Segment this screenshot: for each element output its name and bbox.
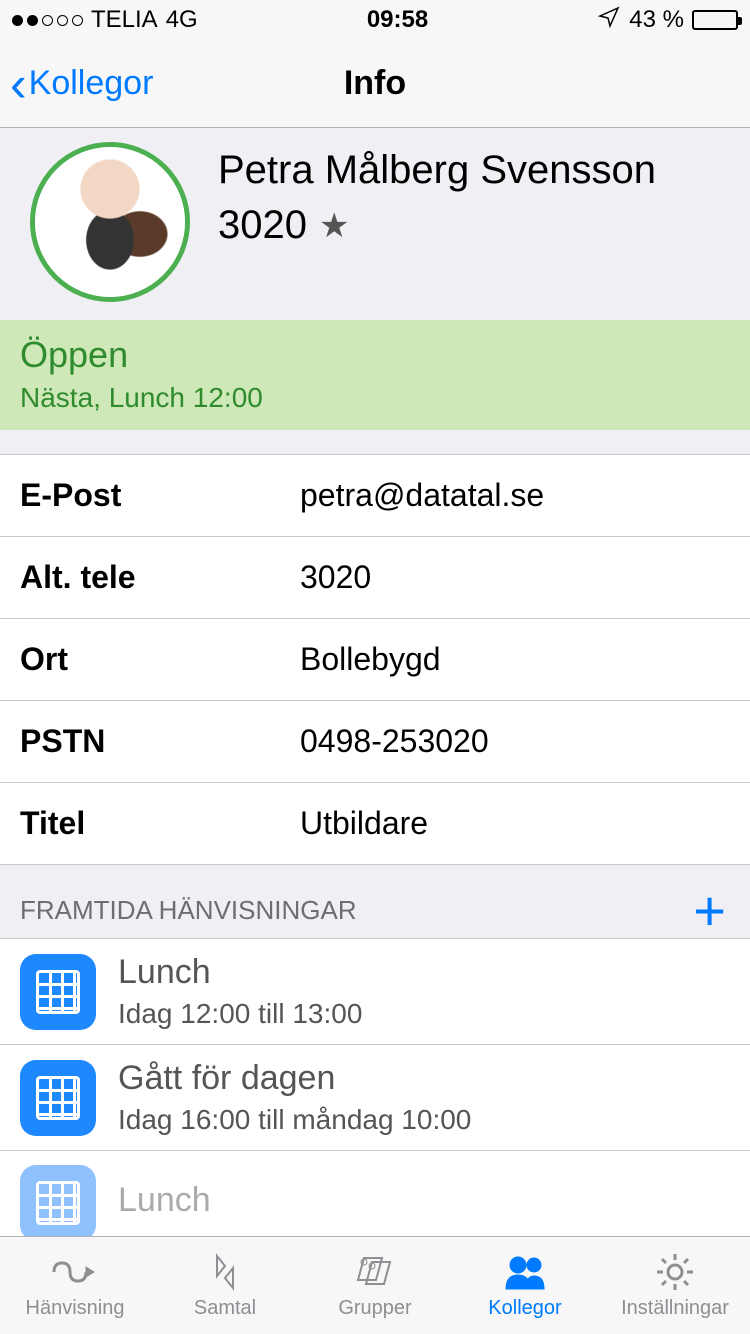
tab-installningar[interactable]: Inställningar [600, 1237, 750, 1334]
info-value: Bollebygd [300, 641, 441, 678]
star-icon[interactable]: ★ [319, 206, 349, 246]
battery-icon [692, 10, 738, 30]
avatar[interactable] [30, 142, 190, 302]
info-row-email[interactable]: E-Post petra@datatal.se [0, 455, 750, 537]
event-subtitle: Idag 16:00 till måndag 10:00 [118, 1104, 471, 1136]
tab-label: Kollegor [488, 1297, 561, 1320]
calendar-icon [20, 954, 96, 1030]
info-value: 0498-253020 [300, 723, 489, 760]
info-list: E-Post petra@datatal.se Alt. tele 3020 O… [0, 454, 750, 865]
info-row-pstn[interactable]: PSTN 0498-253020 [0, 701, 750, 783]
chevron-left-icon: ‹ [10, 59, 27, 109]
info-label: Ort [20, 641, 300, 678]
content-scroll[interactable]: Petra Målberg Svensson 3020 ★ Öppen Näst… [0, 128, 750, 1236]
event-list: Lunch Idag 12:00 till 13:00 Gått för dag… [0, 938, 750, 1236]
info-label: Alt. tele [20, 559, 300, 596]
avatar-image [35, 147, 185, 297]
calendar-icon [20, 1165, 96, 1236]
tab-label: Inställningar [621, 1297, 729, 1320]
presence-status: Öppen [20, 334, 730, 376]
future-referrals-header: FRAMTIDA HÄNVISNINGAR + [0, 865, 750, 938]
tab-label: Samtal [194, 1297, 256, 1320]
presence-next: Nästa, Lunch 12:00 [20, 382, 730, 414]
calendar-icon [20, 1060, 96, 1136]
tab-grupper[interactable]: Grupper [300, 1237, 450, 1334]
section-title: FRAMTIDA HÄNVISNINGAR [20, 895, 357, 926]
event-row[interactable]: Gått för dagen Idag 16:00 till måndag 10… [0, 1045, 750, 1151]
contact-name: Petra Målberg Svensson [218, 148, 656, 193]
back-button[interactable]: ‹ Kollegor [10, 59, 153, 109]
status-left: TELIA 4G [12, 6, 198, 34]
info-row-titel[interactable]: Titel Utbildare [0, 783, 750, 865]
back-label: Kollegor [29, 64, 154, 103]
carrier-label: TELIA [91, 6, 158, 34]
add-referral-button[interactable]: + [693, 897, 726, 925]
network-label: 4G [166, 6, 198, 34]
tab-hanvisning[interactable]: Hänvisning [0, 1237, 150, 1334]
info-value: Utbildare [300, 805, 428, 842]
tab-bar: Hänvisning Samtal Grupper Kollegor Instä… [0, 1236, 750, 1334]
status-bar: TELIA 4G 09:58 43 % [0, 0, 750, 40]
contact-extension: 3020 [218, 203, 307, 248]
calls-icon [200, 1251, 250, 1293]
info-label: E-Post [20, 477, 300, 514]
signal-strength-icon [12, 15, 83, 26]
event-title: Lunch [118, 1181, 211, 1220]
info-row-alt-tele[interactable]: Alt. tele 3020 [0, 537, 750, 619]
gear-icon [650, 1251, 700, 1293]
info-value: petra@datatal.se [300, 477, 544, 514]
event-subtitle: Idag 12:00 till 13:00 [118, 998, 362, 1030]
info-row-ort[interactable]: Ort Bollebygd [0, 619, 750, 701]
profile-header: Petra Målberg Svensson 3020 ★ [0, 128, 750, 320]
tab-label: Hänvisning [26, 1297, 125, 1320]
event-title: Gått för dagen [118, 1059, 471, 1098]
info-label: Titel [20, 805, 300, 842]
event-row[interactable]: Lunch [0, 1151, 750, 1236]
battery-pct-label: 43 % [629, 6, 684, 34]
info-value: 3020 [300, 559, 371, 596]
presence-banner: Öppen Nästa, Lunch 12:00 [0, 320, 750, 430]
location-icon [597, 5, 621, 36]
people-icon [500, 1251, 550, 1293]
tab-samtal[interactable]: Samtal [150, 1237, 300, 1334]
tab-label: Grupper [338, 1297, 411, 1320]
clock-label: 09:58 [367, 6, 428, 34]
nav-bar: ‹ Kollegor Info [0, 40, 750, 128]
referral-icon [50, 1251, 100, 1293]
event-row[interactable]: Lunch Idag 12:00 till 13:00 [0, 939, 750, 1045]
tab-kollegor[interactable]: Kollegor [450, 1237, 600, 1334]
info-label: PSTN [20, 723, 300, 760]
event-title: Lunch [118, 953, 362, 992]
groups-icon [350, 1251, 400, 1293]
status-right: 43 % [597, 5, 738, 36]
